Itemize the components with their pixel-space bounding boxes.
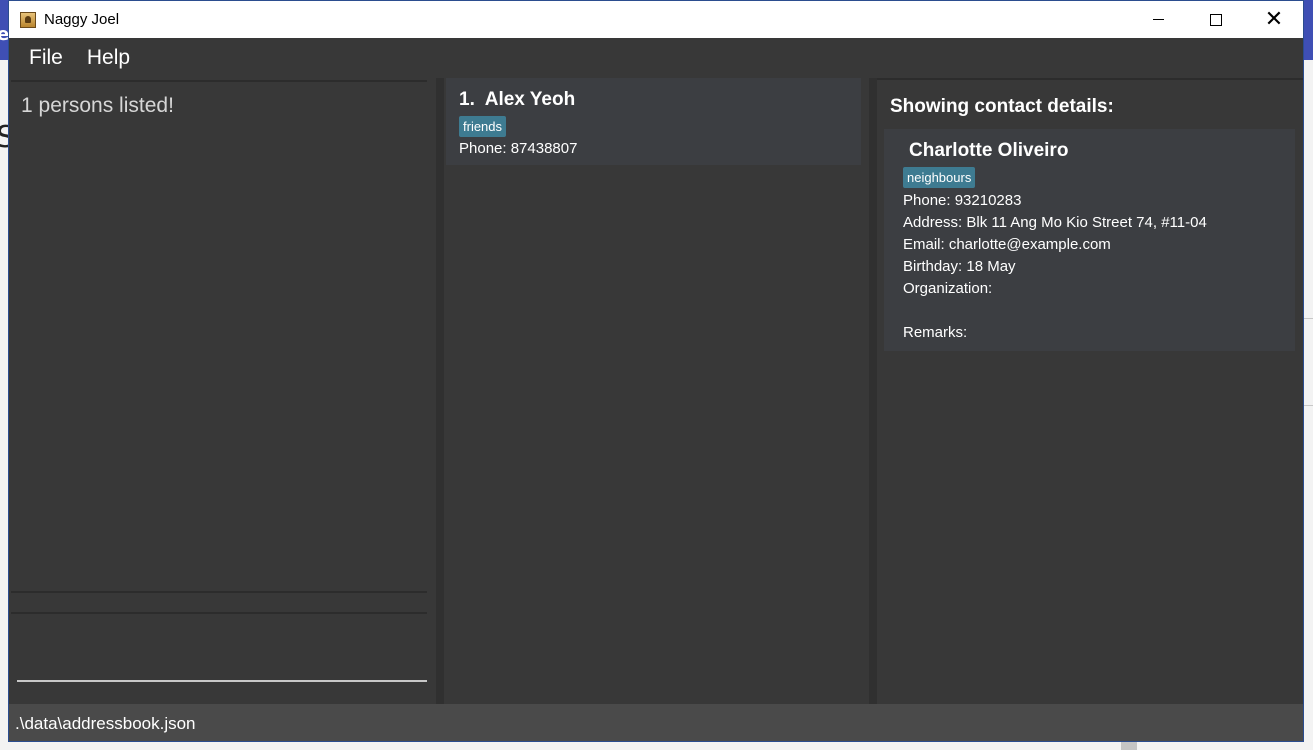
command-box xyxy=(11,612,427,682)
person-card[interactable]: 1. Alex Yeoh friends Phone: 87438807 xyxy=(446,78,861,165)
person-phone: Phone: 87438807 xyxy=(459,140,578,157)
details-blank-line xyxy=(903,300,1207,322)
window-controls: ✕ xyxy=(1129,1,1303,38)
save-file-path: .\data\addressbook.json xyxy=(15,713,196,733)
details-organization: Organization: xyxy=(903,280,993,297)
details-email: Email: charlotte@example.com xyxy=(903,236,1111,253)
details-tag: neighbours xyxy=(903,167,976,188)
details-remarks: Remarks: xyxy=(903,324,968,341)
details-address: Address: Blk 11 Ang Mo Kio Street 74, #1… xyxy=(903,214,1207,231)
minimize-button[interactable] xyxy=(1129,1,1187,38)
close-icon: ✕ xyxy=(1264,6,1284,32)
person-index: 1. xyxy=(459,89,475,110)
address-book-icon xyxy=(20,11,36,28)
details-heading: Showing contact details: xyxy=(890,96,1114,117)
details-phone: Phone: 93210283 xyxy=(903,192,1022,209)
result-display: 1 persons listed! xyxy=(11,80,427,593)
minimize-icon xyxy=(1152,19,1164,20)
left-panel: 1 persons listed! xyxy=(9,78,436,704)
panel-divider[interactable] xyxy=(869,78,877,704)
maximize-icon xyxy=(1210,13,1222,26)
details-name: Charlotte Oliveiro xyxy=(909,140,1069,161)
panel-divider[interactable] xyxy=(436,78,444,704)
details-card: Charlotte Oliveiro neighbours Phone: 932… xyxy=(884,129,1295,351)
contact-details-panel: Showing contact details: Charlotte Olive… xyxy=(877,78,1303,704)
menu-help[interactable]: Help xyxy=(75,46,142,70)
command-input[interactable] xyxy=(17,624,427,682)
window-title: Naggy Joel xyxy=(44,11,120,28)
details-fields: Phone: 93210283 Address: Blk 11 Ang Mo K… xyxy=(903,190,1207,344)
app-window: Naggy Joel ✕ File Help 1 persons listed! xyxy=(8,0,1304,742)
person-list-panel: 1. Alex Yeoh friends Phone: 87438807 xyxy=(444,78,869,704)
details-birthday: Birthday: 18 May xyxy=(903,258,1016,275)
result-message: 1 persons listed! xyxy=(21,94,174,117)
person-name-line: 1. Alex Yeoh xyxy=(459,89,575,111)
menu-file[interactable]: File xyxy=(9,46,75,70)
title-bar[interactable]: Naggy Joel ✕ xyxy=(9,1,1303,38)
maximize-button[interactable] xyxy=(1187,1,1245,38)
close-button[interactable]: ✕ xyxy=(1245,1,1303,38)
person-name: Alex Yeoh xyxy=(484,89,576,110)
status-bar: .\data\addressbook.json xyxy=(9,704,1303,741)
menu-bar: File Help xyxy=(9,38,1303,78)
background-scrollbar xyxy=(1121,742,1137,750)
person-tag: friends xyxy=(459,116,507,137)
